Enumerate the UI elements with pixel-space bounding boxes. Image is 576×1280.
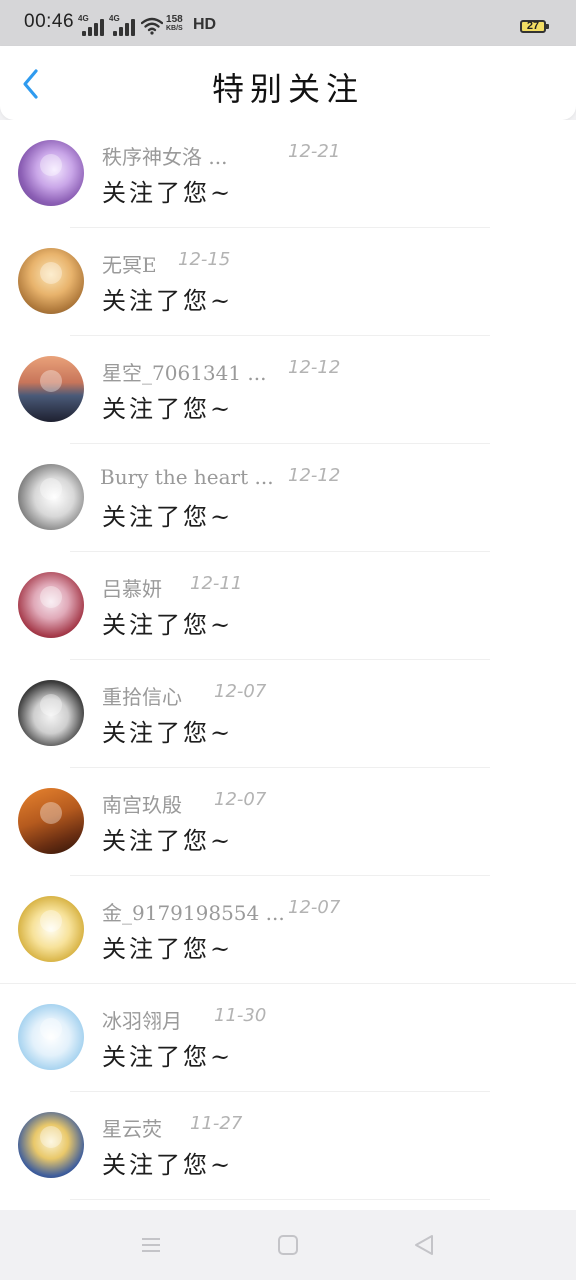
user-name: 南宫玖殷 <box>102 793 182 817</box>
network-speed-value: 158 <box>166 14 183 25</box>
avatar[interactable] <box>18 788 84 854</box>
avatar[interactable] <box>18 248 84 314</box>
item-date: 11-27 <box>190 1113 243 1134</box>
message-text: 关注了您~ <box>102 395 234 423</box>
item-date: 12-12 <box>288 465 341 486</box>
user-name: 秩序神女洛 ... <box>102 145 228 169</box>
status-time: 00:46 <box>24 11 75 32</box>
system-nav-bar <box>0 1210 576 1280</box>
message-text: 关注了您~ <box>102 827 234 855</box>
avatar[interactable] <box>18 896 84 962</box>
message-text: 关注了您~ <box>102 179 234 207</box>
user-name: 冰羽翎月 <box>102 1009 182 1033</box>
signal-strength-icon: 4G <box>78 14 106 37</box>
menu-button[interactable] <box>138 1232 164 1258</box>
system-back-button[interactable] <box>411 1232 437 1258</box>
list-item[interactable]: 冰羽翎月 11-30 关注了您~ <box>0 984 576 1092</box>
name-line: 吕慕妍 12-11 <box>102 573 242 602</box>
message-text: 关注了您~ <box>102 719 234 747</box>
user-name: 吕慕妍 <box>102 577 162 601</box>
name-line: 秩序神女洛 ... 12-21 <box>102 141 340 170</box>
avatar[interactable] <box>18 1004 84 1070</box>
divider <box>70 1199 490 1200</box>
home-square-icon <box>278 1235 298 1255</box>
list-item[interactable]: 金_9179198554 ... 12-07 关注了您~ <box>0 876 576 984</box>
item-date: 12-12 <box>288 357 341 378</box>
item-date: 12-07 <box>214 789 267 810</box>
status-bar: 00:46 4G 4G 158 KB/S HD 27 <box>0 0 576 46</box>
list-item[interactable]: 秩序神女洛 ... 12-21 关注了您~ <box>0 120 576 228</box>
item-date: 11-30 <box>214 1005 267 1026</box>
back-triangle-icon <box>415 1235 433 1255</box>
name-line: Bury the heart ... 12-12 <box>100 465 340 489</box>
list-item[interactable]: 星空_7061341 ... 12-12 关注了您~ <box>0 336 576 444</box>
avatar[interactable] <box>18 356 84 422</box>
item-date: 12-15 <box>178 249 231 270</box>
user-name: Bury the heart ... <box>100 465 274 489</box>
item-date: 12-11 <box>190 573 243 594</box>
name-line: 金_9179198554 ... 12-07 <box>102 897 340 926</box>
nav-header: 特别关注 <box>0 46 576 120</box>
name-line: 冰羽翎月 11-30 <box>102 1005 266 1034</box>
home-button[interactable] <box>275 1232 301 1258</box>
user-name: 无冥E <box>102 253 157 277</box>
user-name: 金_9179198554 ... <box>102 901 285 925</box>
network-speed: 158 KB/S <box>166 15 183 33</box>
avatar[interactable] <box>18 140 84 206</box>
message-text: 关注了您~ <box>102 287 234 315</box>
list-item[interactable]: 重拾信心 12-07 关注了您~ <box>0 660 576 768</box>
message-text: 关注了您~ <box>102 1151 234 1179</box>
signal-strength-icon: 4G <box>109 14 137 37</box>
avatar[interactable] <box>18 1112 84 1178</box>
hd-voice-label: HD <box>193 16 217 33</box>
list-item[interactable]: Bury the heart ... 12-12 关注了您~ <box>0 444 576 552</box>
avatar[interactable] <box>18 680 84 746</box>
list-item[interactable]: 吕慕妍 12-11 关注了您~ <box>0 552 576 660</box>
user-name: 重拾信心 <box>102 685 182 709</box>
wifi-icon <box>141 17 163 35</box>
name-line: 星空_7061341 ... 12-12 <box>102 357 340 386</box>
name-line: 星云荧 11-27 <box>102 1113 242 1142</box>
message-text: 关注了您~ <box>102 503 234 531</box>
item-date: 12-07 <box>214 681 267 702</box>
message-text: 关注了您~ <box>102 611 234 639</box>
avatar[interactable] <box>18 464 84 530</box>
battery-level: 27 <box>526 20 540 32</box>
user-name: 星云荧 <box>102 1117 162 1141</box>
item-date: 12-21 <box>288 141 341 162</box>
special-follow-list: 秩序神女洛 ... 12-21 关注了您~ 无冥E 12-15 关注了您~ 星空… <box>0 120 576 1210</box>
menu-icon <box>142 1238 160 1252</box>
item-date: 12-07 <box>288 897 341 918</box>
name-line: 无冥E 12-15 <box>102 249 230 278</box>
list-item[interactable]: 无冥E 12-15 关注了您~ <box>0 228 576 336</box>
page-title: 特别关注 <box>211 70 364 108</box>
network-speed-unit: KB/S <box>166 25 183 32</box>
list-item[interactable]: 星云荧 11-27 关注了您~ <box>0 1092 576 1200</box>
list-item[interactable]: 南宫玖殷 12-07 关注了您~ <box>0 768 576 876</box>
avatar[interactable] <box>18 572 84 638</box>
message-text: 关注了您~ <box>102 935 234 963</box>
name-line: 南宫玖殷 12-07 <box>102 789 266 818</box>
battery-icon: 27 <box>520 20 549 33</box>
name-line: 重拾信心 12-07 <box>102 681 266 710</box>
user-name: 星空_7061341 ... <box>102 361 267 385</box>
message-text: 关注了您~ <box>102 1043 234 1071</box>
